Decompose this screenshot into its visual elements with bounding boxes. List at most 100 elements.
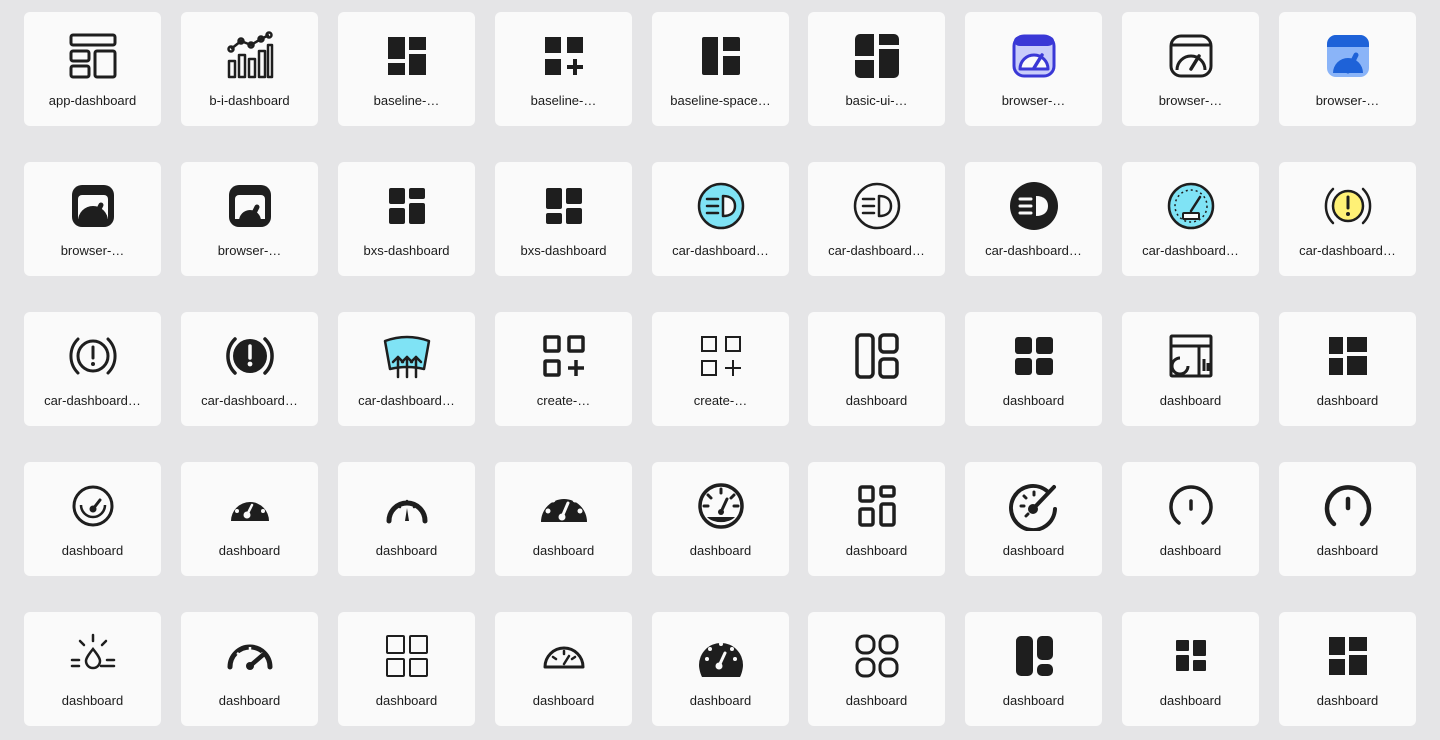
- icon-tile[interactable]: car-dashboard…: [181, 312, 318, 426]
- icon-tile-label: car-dashboard…: [1142, 243, 1239, 258]
- icon-tile[interactable]: bxs-dashboard: [495, 162, 632, 276]
- icon-tile-label: dashboard: [845, 693, 908, 708]
- icon-tile[interactable]: car-dashboard…: [1122, 162, 1259, 276]
- grid-circles-outline-icon: [852, 631, 902, 681]
- bi-dashboard-icon: [225, 31, 275, 81]
- speedometer-cyan-icon: [1166, 181, 1216, 231]
- dashboard-sharp-alt-icon: [1323, 631, 1373, 681]
- dashboard-filled-icon: [1009, 331, 1059, 381]
- icon-tile[interactable]: dashboard: [24, 612, 161, 726]
- dashboard-rounded-filled-icon: [1009, 631, 1059, 681]
- icon-tile[interactable]: dashboard: [1279, 312, 1416, 426]
- icon-tile[interactable]: dashboard: [808, 462, 945, 576]
- icon-tile[interactable]: dashboard: [338, 612, 475, 726]
- basic-ui-dashboard-icon: [852, 31, 902, 81]
- icon-tile-label: dashboard: [1159, 693, 1222, 708]
- icon-tile-label: dashboard: [845, 393, 908, 408]
- icon-tile[interactable]: app-dashboard: [24, 12, 161, 126]
- bxs-dashboard-alt-icon: [539, 181, 589, 231]
- icon-tile[interactable]: browser-…: [1122, 12, 1259, 126]
- headlight-filled-icon: [1009, 181, 1059, 231]
- gauge-open-icon: [1166, 481, 1216, 531]
- icon-tile-label: dashboard: [532, 693, 595, 708]
- icon-tile-label: dashboard: [61, 543, 124, 558]
- icon-tile-label: baseline-…: [530, 93, 597, 108]
- icon-tile-label: dashboard: [61, 693, 124, 708]
- icon-tile-label: b-i-dashboard: [209, 93, 290, 108]
- icon-tile[interactable]: basic-ui-…: [808, 12, 945, 126]
- icon-tile[interactable]: create-…: [495, 312, 632, 426]
- gauge-arc-icon: [382, 481, 432, 531]
- browser-dashboard-blue-filled-icon: [1323, 31, 1373, 81]
- icon-tile[interactable]: dashboard: [1279, 462, 1416, 576]
- icon-tile[interactable]: b-i-dashboard: [181, 12, 318, 126]
- icon-tile[interactable]: dashboard: [338, 462, 475, 576]
- icon-tile-label: basic-ui-…: [845, 93, 908, 108]
- icon-tile[interactable]: car-dashboard…: [24, 312, 161, 426]
- dashboard-report-icon: [1166, 331, 1216, 381]
- gauge-filled-small-icon: [225, 481, 275, 531]
- icon-tile-label: baseline-…: [373, 93, 440, 108]
- icon-tile[interactable]: car-dashboard…: [652, 162, 789, 276]
- warning-yellow-icon: [1323, 181, 1373, 231]
- icon-tile[interactable]: car-dashboard…: [808, 162, 945, 276]
- brake-warning-outline-icon: [68, 331, 118, 381]
- icon-tile-label: dashboard: [1316, 543, 1379, 558]
- gauge-ticks-icon: [696, 481, 746, 531]
- browser-dashboard-filled-alt-icon: [225, 181, 275, 231]
- icon-tile[interactable]: dashboard: [808, 312, 945, 426]
- icon-tile-label: dashboard: [532, 543, 595, 558]
- icon-tile[interactable]: car-dashboard…: [1279, 162, 1416, 276]
- icon-tile[interactable]: dashboard: [965, 312, 1102, 426]
- icon-tile[interactable]: baseline-…: [338, 12, 475, 126]
- icon-tile[interactable]: dashboard: [181, 612, 318, 726]
- icon-tile-label: dashboard: [375, 543, 438, 558]
- icon-tile[interactable]: dashboard: [495, 612, 632, 726]
- icon-tile[interactable]: dashboard: [1122, 462, 1259, 576]
- icon-tile-label: dashboard: [689, 543, 752, 558]
- drop-light-icon: [68, 631, 118, 681]
- icon-tile-label: car-dashboard…: [1299, 243, 1396, 258]
- icon-tile-label: dashboard: [218, 693, 281, 708]
- icon-tile-label: dashboard: [375, 693, 438, 708]
- icon-tile[interactable]: dashboard: [181, 462, 318, 576]
- icon-tile[interactable]: browser-…: [24, 162, 161, 276]
- icon-tile[interactable]: dashboard: [1279, 612, 1416, 726]
- icon-tile[interactable]: dashboard: [1122, 612, 1259, 726]
- icon-tile-label: dashboard: [689, 693, 752, 708]
- gauge-circle-icon: [68, 481, 118, 531]
- gauge-open-bold-icon: [1323, 481, 1373, 531]
- icon-tile-label: dashboard: [218, 543, 281, 558]
- dashboard-sharp-icon: [1323, 331, 1373, 381]
- grid-rounded-icon: [852, 481, 902, 531]
- icon-tile-label: dashboard: [1002, 693, 1065, 708]
- icon-tile[interactable]: create-…: [652, 312, 789, 426]
- icon-tile[interactable]: bxs-dashboard: [338, 162, 475, 276]
- icon-tile-label: car-dashboard…: [44, 393, 141, 408]
- icon-tile[interactable]: dashboard: [1122, 312, 1259, 426]
- icon-tile[interactable]: dashboard: [965, 612, 1102, 726]
- icon-tile-label: car-dashboard…: [828, 243, 925, 258]
- icon-tile[interactable]: baseline-space…: [652, 12, 789, 126]
- icon-tile[interactable]: dashboard: [808, 612, 945, 726]
- icon-tile-label: car-dashboard…: [358, 393, 455, 408]
- icon-tile[interactable]: browser-…: [1279, 12, 1416, 126]
- dashboard-outline-icon: [852, 331, 902, 381]
- icon-tile-label: car-dashboard…: [672, 243, 769, 258]
- icon-tile[interactable]: dashboard: [652, 462, 789, 576]
- icon-tile[interactable]: dashboard: [652, 612, 789, 726]
- icon-tile[interactable]: browser-…: [181, 162, 318, 276]
- icon-tile[interactable]: dashboard: [965, 462, 1102, 576]
- brake-warning-filled-icon: [225, 331, 275, 381]
- icon-tile[interactable]: car-dashboard…: [338, 312, 475, 426]
- icon-tile[interactable]: car-dashboard…: [965, 162, 1102, 276]
- icon-tile[interactable]: dashboard: [495, 462, 632, 576]
- icon-tile-label: browser-…: [1315, 93, 1380, 108]
- icon-tile[interactable]: browser-…: [965, 12, 1102, 126]
- icon-tile-label: car-dashboard…: [201, 393, 298, 408]
- icon-tile[interactable]: dashboard: [24, 462, 161, 576]
- icon-tile[interactable]: baseline-…: [495, 12, 632, 126]
- bxs-dashboard-icon: [382, 181, 432, 231]
- baseline-dashboard-icon: [382, 31, 432, 81]
- icon-tile-label: create-…: [536, 393, 591, 408]
